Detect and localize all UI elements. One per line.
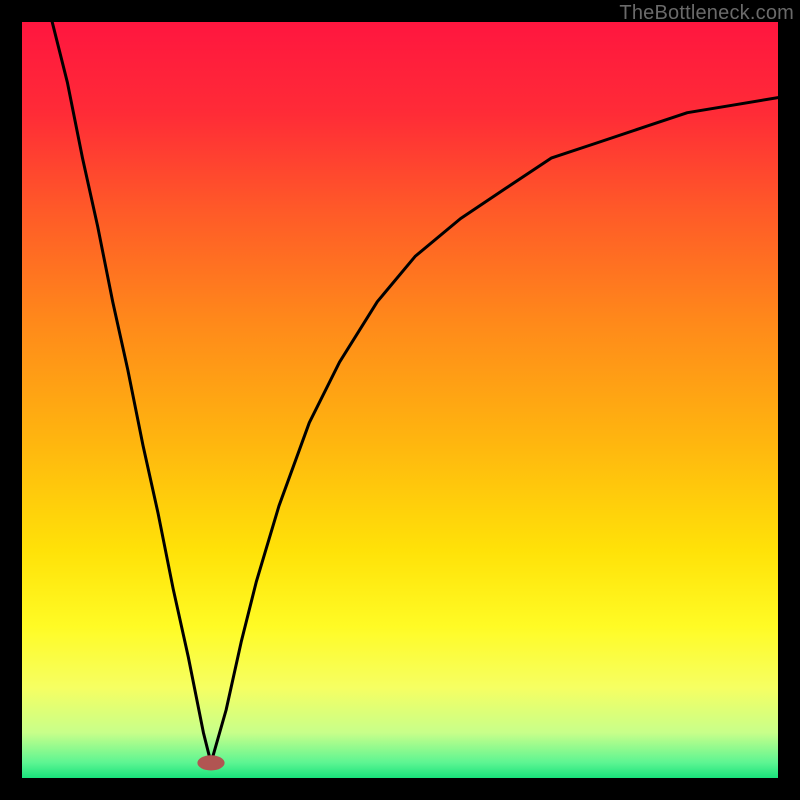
minimum-marker xyxy=(197,755,224,770)
bottleneck-chart xyxy=(22,22,778,778)
watermark-text: TheBottleneck.com xyxy=(619,2,794,25)
chart-frame xyxy=(22,22,778,778)
chart-marker xyxy=(197,755,224,770)
